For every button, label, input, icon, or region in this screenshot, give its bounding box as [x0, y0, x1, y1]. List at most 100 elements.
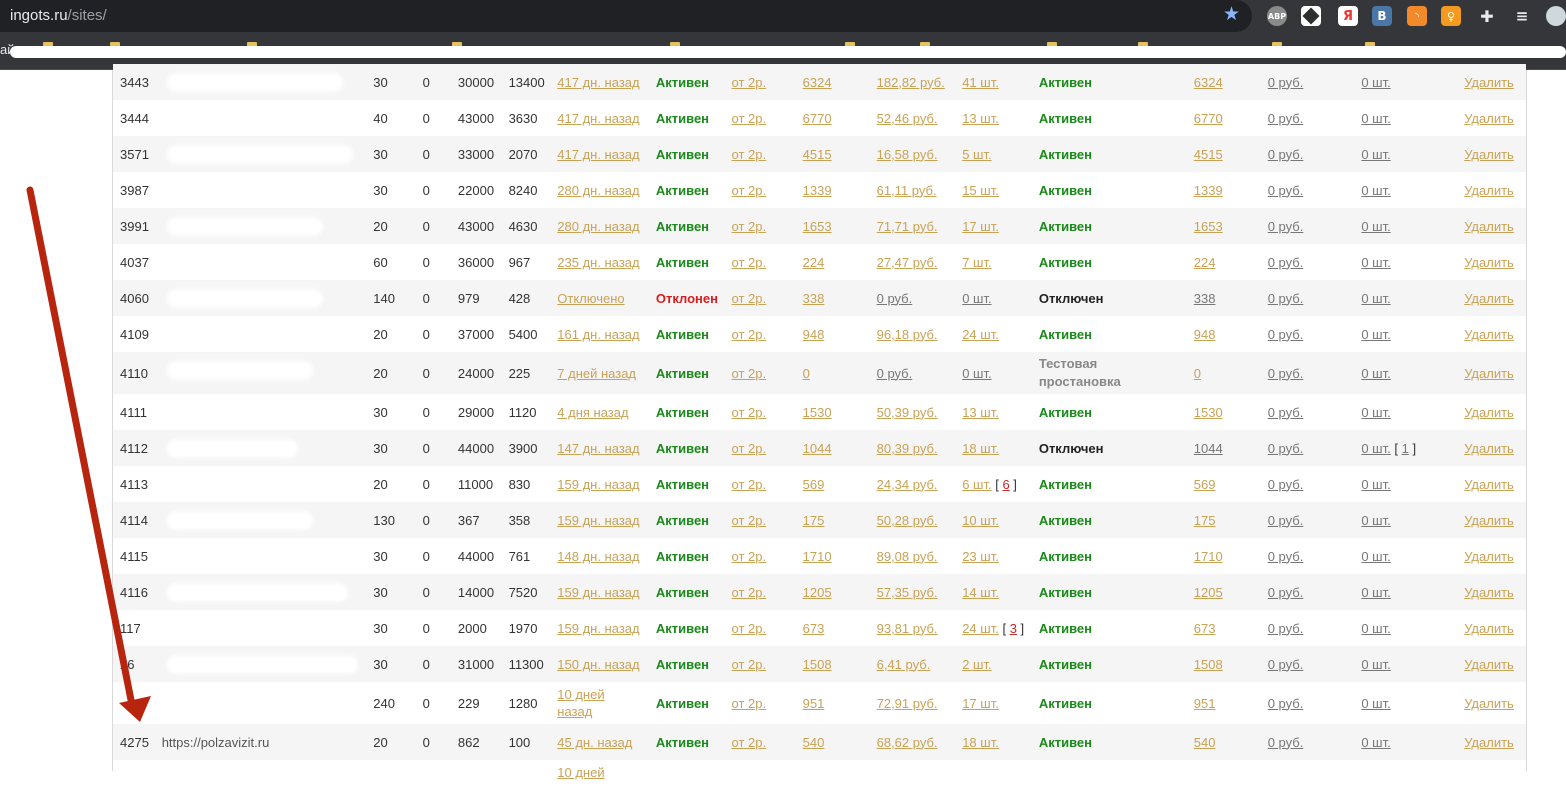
count-link[interactable]: 18 шт. [962, 441, 999, 456]
sum-link[interactable]: 50,39 руб. [877, 405, 938, 420]
url-text[interactable]: ingots.ru/sites/ [10, 7, 107, 24]
date-link[interactable]: 159 дн. назад [557, 513, 639, 528]
count2-link[interactable]: 0 шт. [1361, 366, 1390, 381]
sum-link[interactable]: 0 руб. [877, 366, 913, 381]
date-link[interactable]: 280 дн. назад [557, 183, 639, 198]
pages-link[interactable]: 224 [803, 255, 825, 270]
sum-link[interactable]: 16,58 руб. [877, 147, 938, 162]
count-link[interactable]: 41 шт. [962, 75, 999, 90]
sum2-link[interactable]: 0 руб. [1268, 621, 1304, 636]
delete-link[interactable]: Удалить [1464, 111, 1514, 126]
pages2-link[interactable]: 6324 [1194, 75, 1223, 90]
sum-link[interactable]: 96,18 руб. [877, 327, 938, 342]
price-from-link[interactable]: от 2р. [732, 513, 767, 528]
pages-link[interactable]: 1653 [803, 219, 832, 234]
count2-link[interactable]: 0 шт. [1361, 111, 1390, 126]
count-link[interactable]: 17 шт. [962, 696, 999, 711]
pages-link[interactable]: 948 [803, 327, 825, 342]
price-from-link[interactable]: от 2р. [732, 735, 767, 750]
delete-link[interactable]: Удалить [1464, 219, 1514, 234]
sum2-link[interactable]: 0 руб. [1268, 255, 1304, 270]
count-link[interactable]: 18 шт. [962, 735, 999, 750]
pages2-link[interactable]: 4515 [1194, 147, 1223, 162]
count2-link[interactable]: 0 шт. [1361, 405, 1390, 420]
date-link[interactable]: 148 дн. назад [557, 549, 639, 564]
count-link[interactable]: 14 шт. [962, 585, 999, 600]
delete-link[interactable]: Удалить [1464, 183, 1514, 198]
pages-link[interactable]: 1508 [803, 657, 832, 672]
pages-link[interactable]: 1205 [803, 585, 832, 600]
count2-link[interactable]: 0 шт. [1361, 696, 1390, 711]
pages2-link[interactable]: 1205 [1194, 585, 1223, 600]
date-link[interactable]: 159 дн. назад [557, 477, 639, 492]
sum-link[interactable]: 182,82 руб. [877, 75, 945, 90]
pages-link[interactable]: 1710 [803, 549, 832, 564]
price-from-link[interactable]: от 2р. [732, 291, 767, 306]
price-from-link[interactable]: от 2р. [732, 549, 767, 564]
pages2-link[interactable]: 673 [1194, 621, 1216, 636]
ok-icon[interactable]: ♀ [1441, 6, 1461, 26]
count-extra-link[interactable]: 3 [1010, 621, 1017, 636]
pages2-link[interactable]: 948 [1194, 327, 1216, 342]
sum2-link[interactable]: 0 руб. [1268, 327, 1304, 342]
count2-link[interactable]: 0 шт. [1361, 735, 1390, 750]
delete-link[interactable]: Удалить [1464, 513, 1514, 528]
price-from-link[interactable]: от 2р. [732, 219, 767, 234]
delete-link[interactable]: Удалить [1464, 441, 1514, 456]
pages2-link[interactable]: 224 [1194, 255, 1216, 270]
sum2-link[interactable]: 0 руб. [1268, 366, 1304, 381]
date-link[interactable]: 7 дней назад [557, 366, 636, 381]
pages2-link[interactable]: 0 [1194, 366, 1201, 381]
sum2-link[interactable]: 0 руб. [1268, 441, 1304, 456]
sum2-link[interactable]: 0 руб. [1268, 111, 1304, 126]
count-link[interactable]: 0 шт. [962, 291, 991, 306]
rss-icon[interactable]: ◝ [1407, 6, 1427, 26]
pages-link[interactable]: 338 [803, 291, 825, 306]
sum2-link[interactable]: 0 руб. [1268, 735, 1304, 750]
sum2-link[interactable]: 0 руб. [1268, 657, 1304, 672]
sum-link[interactable]: 24,34 руб. [877, 477, 938, 492]
date-link[interactable]: 159 дн. назад [557, 621, 639, 636]
sum-link[interactable]: 6,41 руб. [877, 657, 931, 672]
bookmark-star-icon[interactable]: ★ [1223, 5, 1240, 25]
pages-link[interactable]: 4515 [803, 147, 832, 162]
count-link[interactable]: 24 шт. [962, 327, 999, 342]
media-control-icon[interactable]: ≡ [1512, 6, 1532, 26]
count-link[interactable]: 23 шт. [962, 549, 999, 564]
pages-link[interactable]: 1339 [803, 183, 832, 198]
address-bar[interactable]: ingots.ru/sites/ ★ [0, 0, 1252, 32]
count-link[interactable]: 13 шт. [962, 111, 999, 126]
delete-link[interactable]: Удалить [1464, 621, 1514, 636]
count-extra-link[interactable]: 6 [1002, 477, 1009, 492]
date-link[interactable]: 150 дн. назад [557, 657, 639, 672]
count-link[interactable]: 17 шт. [962, 219, 999, 234]
date-link[interactable]: 161 дн. назад [557, 327, 639, 342]
sum-link[interactable]: 0 руб. [877, 291, 913, 306]
pages-link[interactable]: 569 [803, 477, 825, 492]
date-link[interactable]: Отключено [557, 291, 624, 306]
pages2-link[interactable]: 1653 [1194, 219, 1223, 234]
delete-link[interactable]: Удалить [1464, 327, 1514, 342]
pages-link[interactable]: 0 [803, 366, 810, 381]
date-link[interactable]: 147 дн. назад [557, 441, 639, 456]
count-link[interactable]: 5 шт. [962, 147, 991, 162]
pages2-link[interactable]: 569 [1194, 477, 1216, 492]
delete-link[interactable]: Удалить [1464, 549, 1514, 564]
price-from-link[interactable]: от 2р. [732, 621, 767, 636]
delete-link[interactable]: Удалить [1464, 477, 1514, 492]
count2-link[interactable]: 0 шт. [1361, 255, 1390, 270]
sum2-link[interactable]: 0 руб. [1268, 147, 1304, 162]
delete-link[interactable]: Удалить [1464, 735, 1514, 750]
pages-link[interactable]: 6770 [803, 111, 832, 126]
pages2-link[interactable]: 338 [1194, 291, 1216, 306]
price-from-link[interactable]: от 2р. [732, 441, 767, 456]
sum2-link[interactable]: 0 руб. [1268, 183, 1304, 198]
delete-link[interactable]: Удалить [1464, 585, 1514, 600]
extensions-puzzle-icon[interactable]: ✚ [1477, 6, 1497, 26]
date-link[interactable]: 159 дн. назад [557, 585, 639, 600]
sum2-link[interactable]: 0 руб. [1268, 585, 1304, 600]
count-link[interactable]: 6 шт. [962, 477, 991, 492]
sum-link[interactable]: 27,47 руб. [877, 255, 938, 270]
delete-link[interactable]: Удалить [1464, 366, 1514, 381]
sum2-link[interactable]: 0 руб. [1268, 696, 1304, 711]
